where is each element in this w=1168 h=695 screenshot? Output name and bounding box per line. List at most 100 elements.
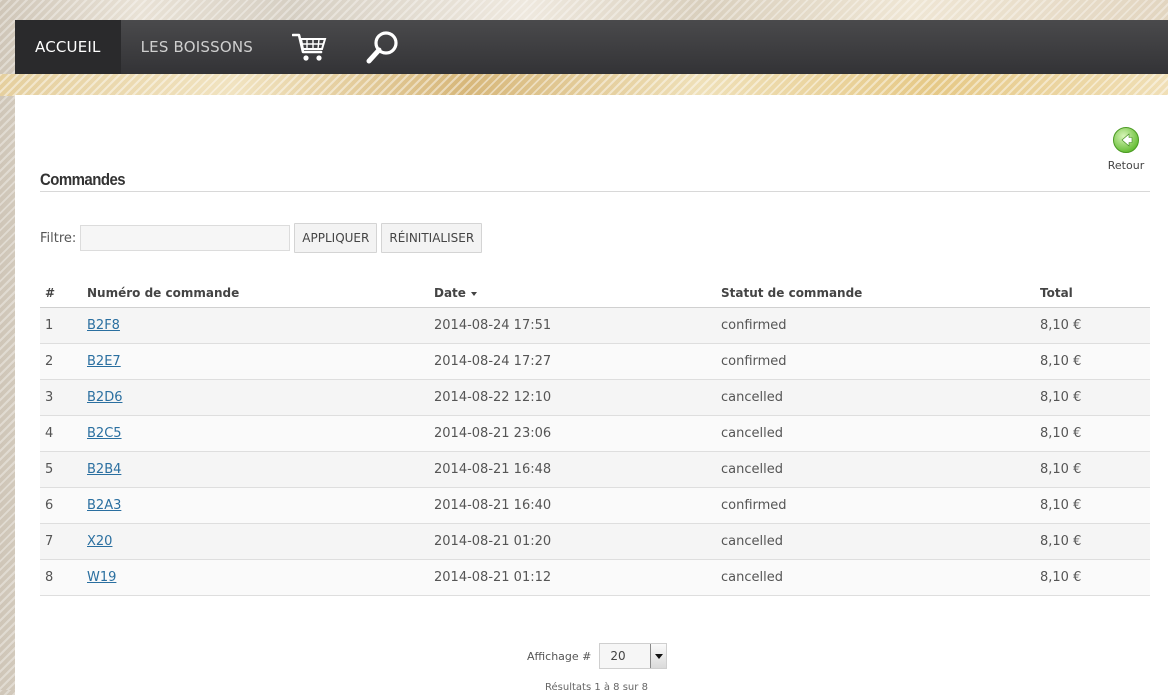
- table-row: 5 B2B4 2014-08-21 16:48 cancelled 8,10 €: [40, 451, 1150, 488]
- cell-order-number: B2A3: [82, 487, 429, 524]
- page-size-value: 20: [610, 649, 626, 663]
- cell-status: cancelled: [716, 415, 1035, 452]
- cell-index: 2: [40, 343, 82, 380]
- cell-total: 8,10 €: [1035, 487, 1150, 524]
- cell-index-text: 6: [45, 498, 54, 513]
- cell-status: cancelled: [716, 451, 1035, 488]
- reset-button[interactable]: RÉINITIALISER: [381, 223, 483, 253]
- cell-order-number: W19: [82, 559, 429, 596]
- cell-date-text: 2014-08-22 12:10: [434, 390, 552, 405]
- cell-status: confirmed: [716, 343, 1035, 380]
- back-button[interactable]: Retour: [1106, 126, 1146, 172]
- cell-status: confirmed: [716, 307, 1035, 344]
- cell-total: 8,10 €: [1035, 379, 1150, 416]
- cell-date-text: 2014-08-21 23:06: [434, 426, 552, 441]
- filter-bar: Filtre: APPLIQUER RÉINITIALISER: [40, 223, 486, 253]
- cell-total: 8,10 €: [1035, 451, 1150, 488]
- cell-index-text: 1: [45, 318, 54, 333]
- table-row: 3 B2D6 2014-08-22 12:10 cancelled 8,10 €: [40, 379, 1150, 416]
- cell-total-text: 8,10 €: [1040, 426, 1082, 441]
- cell-index-text: 4: [45, 426, 54, 441]
- column-header-number[interactable]: Numéro de commande: [82, 279, 429, 308]
- cell-index: 7: [40, 523, 82, 560]
- cell-index: 8: [40, 559, 82, 596]
- cell-status-text: confirmed: [721, 318, 787, 333]
- cell-date-text: 2014-08-21 01:20: [434, 534, 552, 549]
- results-summary: Résultats 1 à 8 sur 8: [545, 682, 648, 693]
- cell-index-text: 3: [45, 390, 54, 405]
- order-link[interactable]: B2B4: [87, 462, 121, 477]
- apply-button[interactable]: APPLIQUER: [294, 223, 378, 253]
- table-row: 8 W19 2014-08-21 01:12 cancelled 8,10 €: [40, 559, 1150, 596]
- cart-icon[interactable]: [273, 20, 347, 74]
- cell-status: cancelled: [716, 559, 1035, 596]
- table-row: 7 X20 2014-08-21 01:20 cancelled 8,10 €: [40, 523, 1150, 560]
- search-icon[interactable]: [347, 20, 419, 74]
- cell-index-text: 8: [45, 570, 54, 585]
- cell-total-text: 8,10 €: [1040, 318, 1082, 333]
- cell-index-text: 7: [45, 534, 54, 549]
- cell-order-number: B2E7: [82, 343, 429, 380]
- cell-index: 1: [40, 307, 82, 344]
- orders-table: # Numéro de commande Date Statut de comm…: [40, 279, 1150, 596]
- nav-item-les-boissons[interactable]: LES BOISSONS: [121, 20, 273, 74]
- column-header-date[interactable]: Date: [429, 279, 716, 308]
- page-title: Commandes: [40, 170, 126, 190]
- cell-order-number: X20: [82, 523, 429, 560]
- cell-date: 2014-08-21 01:20: [429, 523, 716, 560]
- cell-status-text: cancelled: [721, 570, 783, 585]
- chevron-down-icon: [650, 644, 667, 668]
- cell-index-text: 5: [45, 462, 54, 477]
- cell-status-text: cancelled: [721, 462, 783, 477]
- main-navbar: ACCUEIL LES BOISSONS: [15, 20, 1168, 74]
- cell-date: 2014-08-21 01:12: [429, 559, 716, 596]
- table-header-row: # Numéro de commande Date Statut de comm…: [40, 279, 1150, 308]
- cell-status-text: cancelled: [721, 426, 783, 441]
- order-link[interactable]: B2A3: [87, 498, 121, 513]
- cell-total-text: 8,10 €: [1040, 570, 1082, 585]
- table-row: 4 B2C5 2014-08-21 23:06 cancelled 8,10 €: [40, 415, 1150, 452]
- cell-index: 4: [40, 415, 82, 452]
- order-link[interactable]: B2F8: [87, 318, 120, 333]
- title-divider: [40, 191, 1150, 192]
- cell-date-text: 2014-08-21 16:48: [434, 462, 552, 477]
- order-link[interactable]: B2D6: [87, 390, 122, 405]
- cart-icon-svg: [291, 33, 327, 61]
- cell-total: 8,10 €: [1035, 523, 1150, 560]
- order-link[interactable]: B2C5: [87, 426, 122, 441]
- cell-index: 5: [40, 451, 82, 488]
- cell-index: 6: [40, 487, 82, 524]
- cell-status-text: cancelled: [721, 534, 783, 549]
- cell-date-text: 2014-08-21 16:40: [434, 498, 552, 513]
- nav-item-accueil[interactable]: ACCUEIL: [15, 20, 121, 74]
- cell-total: 8,10 €: [1035, 415, 1150, 452]
- cell-total: 8,10 €: [1035, 559, 1150, 596]
- cell-index: 3: [40, 379, 82, 416]
- cell-total-text: 8,10 €: [1040, 534, 1082, 549]
- back-arrow-icon: [1113, 127, 1139, 153]
- page-size-control: Affichage # 20: [527, 643, 668, 669]
- cell-status-text: confirmed: [721, 354, 787, 369]
- orders-panel: Retour Commandes Filtre: APPLIQUER RÉINI…: [15, 95, 1168, 695]
- table-row: 2 B2E7 2014-08-24 17:27 confirmed 8,10 €: [40, 343, 1150, 380]
- column-header-status[interactable]: Statut de commande: [716, 279, 1035, 308]
- background-strip: [0, 74, 1168, 96]
- page-size-select[interactable]: 20: [599, 643, 668, 669]
- search-icon-svg: [366, 31, 398, 64]
- cell-date: 2014-08-22 12:10: [429, 379, 716, 416]
- cell-total-text: 8,10 €: [1040, 462, 1082, 477]
- column-header-total[interactable]: Total: [1035, 279, 1150, 308]
- back-label: Retour: [1107, 159, 1145, 172]
- cell-status: cancelled: [716, 523, 1035, 560]
- table-row: 6 B2A3 2014-08-21 16:40 confirmed 8,10 €: [40, 487, 1150, 524]
- cell-status-text: cancelled: [721, 390, 783, 405]
- sort-desc-icon: [470, 291, 477, 296]
- cell-date: 2014-08-24 17:27: [429, 343, 716, 380]
- order-link[interactable]: X20: [87, 534, 112, 549]
- cell-order-number: B2C5: [82, 415, 429, 452]
- order-link[interactable]: B2E7: [87, 354, 121, 369]
- filter-input[interactable]: [80, 225, 291, 251]
- order-link[interactable]: W19: [87, 570, 116, 585]
- cell-total-text: 8,10 €: [1040, 354, 1082, 369]
- column-header-date-label: Date: [434, 286, 466, 300]
